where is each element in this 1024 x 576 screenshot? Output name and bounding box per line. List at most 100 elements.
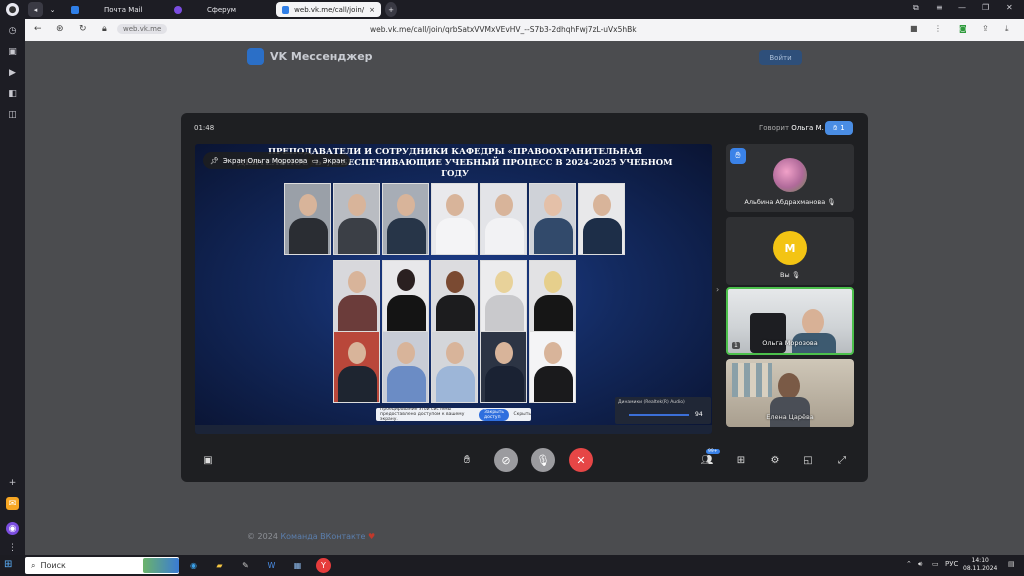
camera-icon[interactable]: ◫ <box>6 108 19 121</box>
screen-share-chip[interactable]: 📌︎ Экран Ольга Морозова <box>203 152 315 169</box>
new-tab-button[interactable]: + <box>385 2 397 17</box>
sferum-favicon-icon <box>174 5 182 14</box>
participant-tile[interactable]: Елена Царёва <box>726 359 854 427</box>
tab-strip: ◂ ⌄ Почта Mail Сферум web.vk.me/call/joi… <box>25 0 1024 19</box>
staff-photo <box>480 331 527 403</box>
windows-start-icon[interactable]: ⊞ <box>4 559 16 571</box>
avatar <box>773 158 807 192</box>
login-button[interactable]: Войти <box>759 50 802 65</box>
pip-icon[interactable]: ◱ <box>799 451 817 469</box>
vk-favicon-icon <box>282 5 290 14</box>
os-taskbar: ⊞ ⌕ Поиск ◉ ▰ ✎ W ▦ Y ⌃ 🔊︎ ▭ РУС 14:10 0… <box>0 555 1024 576</box>
tab-mail[interactable]: Почта Mail <box>65 2 149 17</box>
staff-photo <box>382 183 429 255</box>
staff-photo <box>333 260 380 332</box>
restore-icon[interactable]: ❐ <box>982 3 989 12</box>
staff-photo <box>529 183 576 255</box>
avatar: М <box>773 231 807 265</box>
tab-search-icon[interactable]: ⧉ <box>913 3 919 13</box>
clock[interactable]: 14:10 08.11.2024 <box>963 557 997 573</box>
staff-photo <box>431 183 478 255</box>
tab-close-icon[interactable]: × <box>369 6 375 14</box>
chevron-right-icon[interactable]: › <box>716 285 719 294</box>
back-icon[interactable]: ← <box>34 24 42 34</box>
tabs-dropdown-icon[interactable]: ⌄ <box>46 2 59 17</box>
minimize-icon[interactable]: — <box>958 3 966 12</box>
assistant-icon[interactable]: ◉ <box>6 522 19 535</box>
notes-icon[interactable]: ◧ <box>6 87 19 100</box>
mail-app-icon[interactable]: ✉ <box>6 497 19 510</box>
hide-notice-button[interactable]: Скрыть <box>513 412 531 417</box>
staff-photo <box>333 331 380 403</box>
screen-access-notice: Проецирование этой системы предоставлено… <box>376 407 531 422</box>
page-brand: VK Мессенджер <box>270 50 373 63</box>
hand-icon: ✋︎ <box>833 123 838 132</box>
participant-tile-speaker[interactable]: Ольга Морозова 1 <box>726 287 854 355</box>
staff-photo <box>431 331 478 403</box>
remote-taskbar <box>195 425 712 434</box>
protect-icon[interactable]: ⊛ <box>56 24 64 34</box>
taskbar-search[interactable]: ⌕ Поиск <box>25 557 179 574</box>
add-panel-icon[interactable]: + <box>6 476 19 489</box>
grid-layout-icon[interactable]: ⊞ <box>732 451 750 469</box>
raise-hand-button[interactable]: ✋︎ <box>455 448 479 472</box>
tab-audio-icon[interactable]: ◂ <box>28 2 43 17</box>
participant-tile-self[interactable]: М Вы 🎙︎ <box>726 217 854 285</box>
close-window-icon[interactable]: ✕ <box>1006 3 1013 12</box>
url-text[interactable]: web.vk.me/call/join/qrbSatxVVMxVEvHV_--S… <box>370 25 637 34</box>
pin-icon: 📌︎ <box>210 156 219 165</box>
notifications-icon[interactable]: ▤ <box>1008 560 1015 568</box>
browser-sidebar: ● ◷ ▣ ▶ ◧ ◫ + ✉ ◉ ⋮ <box>0 0 25 555</box>
share-icon[interactable]: ⇪ <box>982 24 989 33</box>
battery-icon[interactable]: ▭ <box>932 560 939 568</box>
apps-grid-icon[interactable]: ⋮ <box>6 541 19 554</box>
raised-hands-button[interactable]: ✋︎ 1 <box>825 121 853 135</box>
collections-icon[interactable]: ▣ <box>6 45 19 58</box>
mic-off-button[interactable]: 🎙︎ <box>531 448 555 472</box>
speaking-indicator: Говорит Ольга М. <box>759 124 824 132</box>
fullscreen-icon[interactable]: ⤢ <box>833 451 851 469</box>
speaker-icon[interactable]: 🔊︎ <box>918 560 922 569</box>
yandex-browser-icon[interactable]: Y <box>316 558 331 573</box>
reload-icon[interactable]: ↻ <box>79 24 87 34</box>
lock-icon[interactable]: 🔒︎ <box>102 24 107 34</box>
staff-photo <box>480 260 527 332</box>
tab-sferum[interactable]: Сферум <box>168 2 242 17</box>
word-app-icon[interactable]: W <box>264 558 279 573</box>
volume-slider[interactable] <box>629 414 689 416</box>
video-icon[interactable]: ▶ <box>6 66 19 79</box>
download-icon[interactable]: ⤓ <box>1005 24 1009 34</box>
wall-decor-shape <box>732 363 772 397</box>
extension-icon[interactable]: ◙ <box>959 24 967 33</box>
stop-access-button[interactable]: Закрыть доступ <box>478 408 510 421</box>
staff-photo <box>333 183 380 255</box>
raised-hand-icon: ✋︎ <box>730 148 746 164</box>
camera-off-button[interactable]: ⊘ <box>494 448 518 472</box>
calculator-app-icon[interactable]: ▦ <box>290 558 305 573</box>
domain-pill[interactable]: web.vk.me <box>117 24 168 34</box>
app-icon[interactable]: ✎ <box>238 558 253 573</box>
staff-photo <box>382 260 429 332</box>
settings-gear-icon[interactable]: ⚙︎ <box>766 451 784 469</box>
language-indicator[interactable]: РУС <box>945 560 958 568</box>
page-footer: © 2024 Команда ВКонтакте ♥ <box>247 532 376 541</box>
monitor-icon: ▭ <box>312 156 319 165</box>
footer-team-link[interactable]: Команда ВКонтакте <box>280 532 365 541</box>
staff-photo <box>529 260 576 332</box>
tray-expand-icon[interactable]: ⌃ <box>906 560 912 568</box>
profile-icon[interactable]: ● <box>6 3 19 16</box>
volume-popup: Динамики (Realtek(R) Audio) 94 <box>615 397 711 424</box>
edge-app-icon[interactable]: ◉ <box>186 558 201 573</box>
history-icon[interactable]: ◷ <box>6 24 19 37</box>
tab-vk-call[interactable]: web.vk.me/call/join/ × <box>276 2 381 17</box>
browser-menu-icon[interactable]: ≡ <box>936 3 943 12</box>
fullscreen-screen-icon[interactable]: ▣ <box>199 451 217 469</box>
end-call-button[interactable]: ✕ <box>569 448 593 472</box>
more-icon[interactable]: ⋮ <box>934 24 942 33</box>
bookmark-icon[interactable]: ■ <box>910 24 918 33</box>
participant-tile[interactable]: ✋︎ Альбина Абдрахманова 🎙︎ <box>726 144 854 212</box>
shared-screen[interactable]: ПРЕПОДАВАТЕЛИ И СОТРУДНИКИ КАФЕДРЫ «ПРАВ… <box>195 144 712 434</box>
explorer-app-icon[interactable]: ▰ <box>212 558 227 573</box>
mic-off-icon: 🎙︎ <box>827 198 836 206</box>
screen-chip-secondary[interactable]: ▭ Экран <box>307 154 351 167</box>
